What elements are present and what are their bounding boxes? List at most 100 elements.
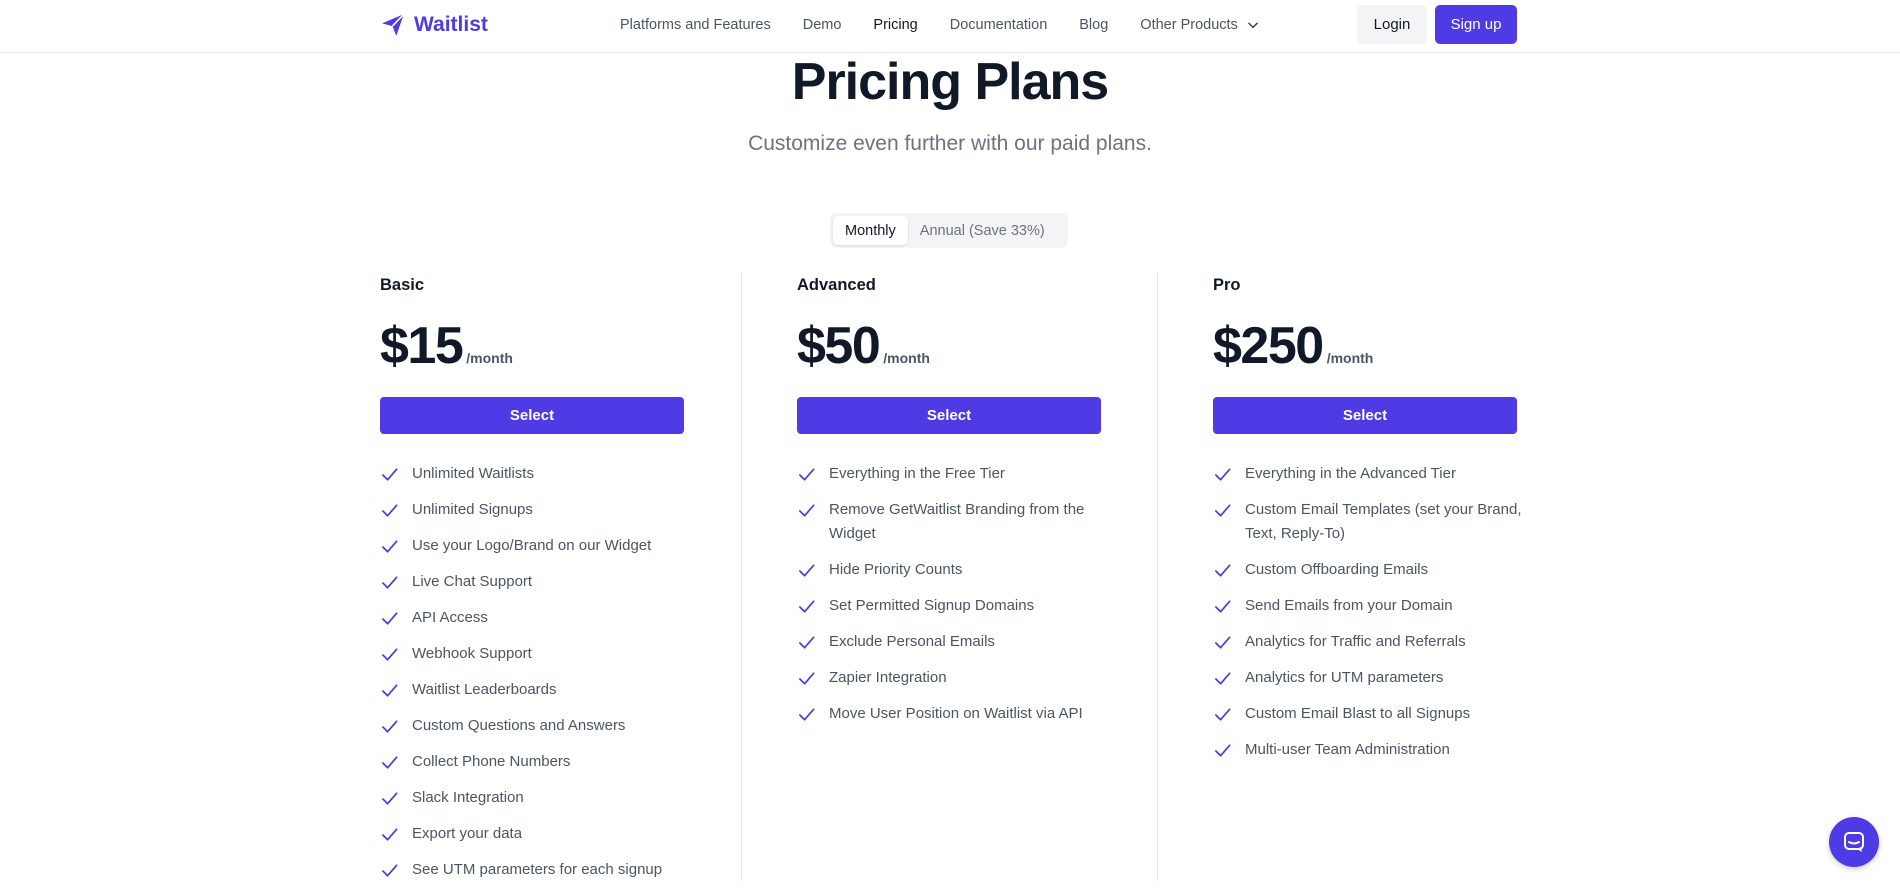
nav-link-platforms[interactable]: Platforms and Features — [620, 17, 771, 33]
check-icon — [381, 576, 398, 589]
feature-item: Everything in the Advanced Tier — [1213, 462, 1543, 486]
feature-label: Zapier Integration — [829, 669, 947, 686]
check-icon — [798, 468, 815, 481]
check-icon — [1214, 468, 1231, 481]
feature-label: Send Emails from your Domain — [1245, 597, 1453, 614]
plan-card-pro: Pro $250 /month Select Everything in the… — [1213, 272, 1629, 881]
feature-label: Unlimited Signups — [412, 501, 533, 518]
plan-price: $250 /month — [1213, 316, 1373, 376]
feature-item: See UTM parameters for each signup — [380, 858, 710, 882]
main-nav: Platforms and Features Demo Pricing Docu… — [620, 0, 1260, 50]
brand-logo-link[interactable]: Waitlist — [380, 10, 488, 40]
plan-divider — [1157, 272, 1158, 881]
select-plan-basic-button[interactable]: Select — [380, 397, 684, 434]
nav-link-demo[interactable]: Demo — [803, 17, 842, 33]
feature-label: Multi-user Team Administration — [1245, 741, 1450, 758]
check-icon — [381, 612, 398, 625]
check-icon — [1214, 672, 1231, 685]
chat-launcher-button[interactable] — [1829, 817, 1879, 867]
check-icon — [381, 792, 398, 805]
price-period: /month — [1326, 350, 1374, 366]
feature-label: Set Permitted Signup Domains — [829, 597, 1035, 614]
check-icon — [381, 828, 398, 841]
feature-item: Unlimited Waitlists — [380, 462, 710, 486]
feature-label: Everything in the Advanced Tier — [1245, 465, 1456, 482]
check-icon — [798, 600, 815, 613]
feature-item: Slack Integration — [380, 786, 710, 810]
plan-card-advanced: Advanced $50 /month Select Everything in… — [797, 272, 1213, 881]
feature-item: Export your data — [380, 822, 710, 846]
feature-item: Zapier Integration — [797, 666, 1127, 690]
select-plan-pro-button[interactable]: Select — [1213, 397, 1517, 434]
check-icon — [381, 540, 398, 553]
plan-card-basic: Basic $15 /month Select Unlimited Waitli… — [380, 272, 796, 881]
feature-item: Webhook Support — [380, 642, 710, 666]
feature-label: Custom Email Templates (set your Brand, … — [1245, 501, 1522, 542]
feature-item: Hide Priority Counts — [797, 558, 1127, 582]
feature-label: API Access — [412, 609, 488, 626]
top-navbar: Waitlist Platforms and Features Demo Pri… — [0, 0, 1900, 53]
feature-item: Analytics for Traffic and Referrals — [1213, 630, 1543, 654]
signup-button[interactable]: Sign up — [1435, 5, 1517, 44]
price-period: /month — [883, 350, 930, 366]
feature-label: Live Chat Support — [412, 573, 533, 590]
nav-dropdown-other-products[interactable]: Other Products — [1140, 17, 1260, 33]
feature-label: Everything in the Free Tier — [829, 465, 1005, 482]
login-button[interactable]: Login — [1357, 5, 1427, 44]
feature-label: Custom Offboarding Emails — [1245, 561, 1429, 578]
billing-option-monthly[interactable]: Monthly — [833, 216, 908, 245]
feature-item: Custom Questions and Answers — [380, 714, 710, 738]
plan-name: Advanced — [797, 276, 876, 294]
price-amount: $250 — [1213, 317, 1324, 375]
feature-label: Exclude Personal Emails — [829, 633, 995, 650]
feature-label: See UTM parameters for each signup — [412, 861, 663, 878]
check-icon — [1214, 504, 1231, 517]
feature-label: Webhook Support — [412, 645, 532, 662]
feature-label: Custom Questions and Answers — [412, 717, 626, 734]
nav-link-pricing[interactable]: Pricing — [873, 17, 917, 33]
check-icon — [1214, 600, 1231, 613]
feature-item: Custom Email Blast to all Signups — [1213, 702, 1543, 726]
check-icon — [1214, 564, 1231, 577]
check-icon — [798, 564, 815, 577]
check-icon — [1214, 708, 1231, 721]
check-icon — [381, 864, 398, 877]
page-title: Pricing Plans — [791, 53, 1109, 111]
feature-label: Move User Position on Waitlist via API — [829, 705, 1083, 722]
select-plan-advanced-button[interactable]: Select — [797, 397, 1101, 434]
feature-item: Use your Logo/Brand on our Widget — [380, 534, 710, 558]
feature-label: Slack Integration — [412, 789, 524, 806]
check-icon — [798, 504, 815, 517]
plan-divider — [741, 272, 742, 881]
feature-label: Unlimited Waitlists — [412, 465, 534, 482]
feature-item: Remove GetWaitlist Branding from the Wid… — [797, 498, 1127, 546]
feature-label: Export your data — [412, 825, 523, 842]
plan-price: $50 /month — [797, 316, 930, 376]
billing-option-annual[interactable]: Annual (Save 33%) — [908, 216, 1057, 245]
page-subtitle: Customize even further with our paid pla… — [748, 132, 1152, 155]
nav-link-other-products-label: Other Products — [1140, 17, 1238, 33]
feature-item: API Access — [380, 606, 710, 630]
check-icon — [1214, 744, 1231, 757]
feature-label: Collect Phone Numbers — [412, 753, 571, 770]
plan-name: Pro — [1213, 276, 1241, 294]
feature-item: Multi-user Team Administration — [1213, 738, 1543, 762]
check-icon — [381, 720, 398, 733]
check-icon — [381, 648, 398, 661]
feature-item: Set Permitted Signup Domains — [797, 594, 1127, 618]
feature-item: Send Emails from your Domain — [1213, 594, 1543, 618]
feature-list: Unlimited Waitlists Unlimited Signups Use … — [380, 462, 710, 894]
check-icon — [381, 756, 398, 769]
feature-item: Waitlist Leaderboards — [380, 678, 710, 702]
feature-item: Custom Offboarding Emails — [1213, 558, 1543, 582]
price-amount: $15 — [380, 317, 464, 375]
feature-list: Everything in the Free Tier Remove GetWai… — [797, 462, 1127, 738]
nav-link-blog[interactable]: Blog — [1079, 17, 1108, 33]
price-period: /month — [466, 350, 513, 366]
feature-item: Move User Position on Waitlist via API — [797, 702, 1127, 726]
brand-name: Waitlist — [414, 13, 488, 36]
feature-item: Custom Email Templates (set your Brand, … — [1213, 498, 1543, 546]
nav-link-documentation[interactable]: Documentation — [950, 17, 1048, 33]
feature-label: Hide Priority Counts — [829, 561, 963, 578]
feature-label: Custom Email Blast to all Signups — [1245, 705, 1471, 722]
